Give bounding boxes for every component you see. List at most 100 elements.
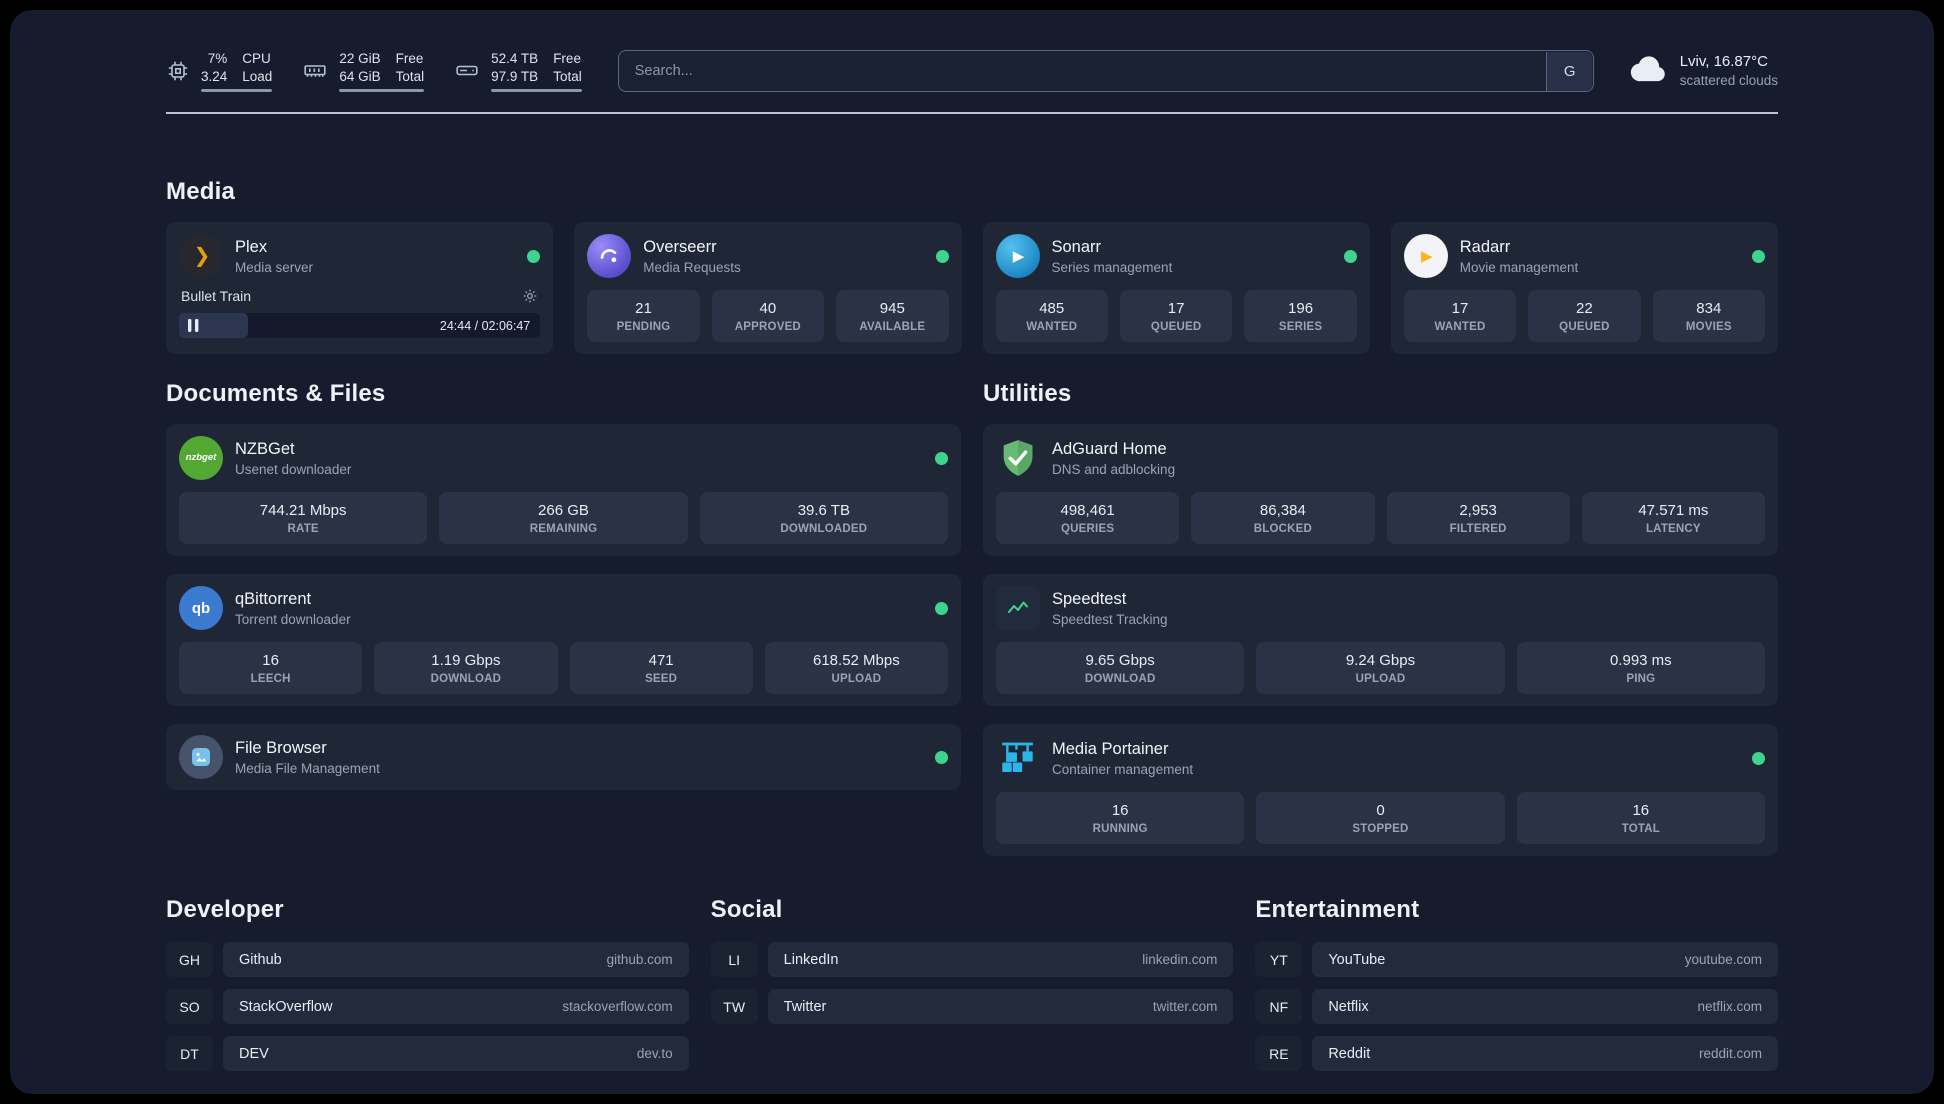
- stat-tile: 834 MOVIES: [1652, 290, 1766, 343]
- stat-value: 945: [879, 299, 905, 317]
- stat-label: STOPPED: [1352, 822, 1409, 835]
- status-dot-online: [1752, 751, 1765, 765]
- search-provider-button[interactable]: G: [1546, 51, 1593, 91]
- stat-value: 86,384: [1259, 501, 1306, 519]
- service-card-filebrowser[interactable]: File Browser Media File Management: [166, 724, 961, 791]
- bookmark-netflix[interactable]: NF Netflix netflix.com: [1255, 989, 1778, 1025]
- stat-label: UPLOAD: [1355, 672, 1406, 685]
- stat-label: MOVIES: [1685, 320, 1732, 333]
- bookmark-pill: Twitter twitter.com: [767, 989, 1234, 1025]
- stat-value: 485: [1039, 299, 1065, 317]
- service-description: DNS and adblocking: [1052, 461, 1176, 477]
- stat-label: TOTAL: [1621, 822, 1660, 835]
- stat-label: REMAINING: [529, 522, 598, 535]
- bookmark-reddit[interactable]: RE Reddit reddit.com: [1255, 1036, 1778, 1072]
- stat-value: 9.24 Gbps: [1345, 651, 1416, 669]
- bookmark-name: YouTube: [1328, 951, 1386, 968]
- disk-widget: 52.4 TB 97.9 TB Free Total: [454, 50, 582, 93]
- service-description: Media Requests: [643, 259, 741, 275]
- bookmark-url: reddit.com: [1698, 1046, 1762, 1062]
- service-card-plex[interactable]: ❯ Plex Media server Bullet Train 24:44 /…: [166, 222, 554, 355]
- bookmark-youtube[interactable]: YT YouTube youtube.com: [1255, 942, 1778, 978]
- adguard-shield-icon: [996, 436, 1040, 480]
- status-dot-online: [935, 750, 948, 764]
- bookmark-group-entertainment: Entertainment YT YouTube youtube.com NF …: [1255, 896, 1778, 1083]
- section-title-media: Media: [166, 178, 236, 206]
- memory-widget: 22 GiB 64 GiB Free Total: [302, 50, 425, 93]
- stat-value: 16: [262, 651, 279, 669]
- bookmark-group-social: Social LI LinkedIn linkedin.com TW Twitt…: [710, 896, 1234, 1083]
- bookmark-pill: Github github.com: [223, 942, 689, 978]
- service-name: File Browser: [235, 738, 327, 757]
- bookmark-pill: Reddit reddit.com: [1312, 1036, 1778, 1072]
- stat-tile: 266 GB REMAINING: [439, 492, 688, 545]
- stat-tile: 1.19 Gbps DOWNLOAD: [374, 642, 558, 695]
- stat-value: 0: [1376, 801, 1385, 819]
- bookmark-abbr: RE: [1255, 1036, 1303, 1072]
- service-card-nzbget[interactable]: nzbget NZBGet Usenet downloader 744.21 M…: [166, 424, 961, 557]
- bookmark-dev[interactable]: DT DEV dev.to: [166, 1036, 689, 1072]
- stat-tile: 196 SERIES: [1244, 290, 1357, 343]
- radarr-icon: ▶: [1403, 234, 1448, 279]
- stat-value: 21: [635, 299, 652, 317]
- portainer-crane-icon: [996, 736, 1040, 780]
- search-input[interactable]: [617, 50, 1594, 93]
- service-card-qbittorrent[interactable]: qb qBittorrent Torrent downloader 16 LEE…: [166, 574, 961, 707]
- section-media: Media ❯ Plex Media server Bullet Train 2…: [166, 178, 1778, 355]
- settings-gear-icon[interactable]: [522, 288, 538, 304]
- stat-tile: 485 WANTED: [995, 290, 1108, 343]
- bookmark-stackoverflow[interactable]: SO StackOverflow stackoverflow.com: [166, 989, 689, 1025]
- service-description: Speedtest Tracking: [1052, 611, 1168, 627]
- stat-tile: 498,461 QUERIES: [996, 492, 1180, 545]
- bookmark-twitter[interactable]: TW Twitter twitter.com: [710, 989, 1234, 1025]
- file-browser-icon: [179, 735, 223, 780]
- stat-tile: 16 RUNNING: [996, 792, 1245, 845]
- stat-tile: 17 QUEUED: [1119, 290, 1233, 343]
- speedtest-graph-icon: [996, 586, 1040, 631]
- service-name: Radarr: [1459, 237, 1511, 256]
- bookmark-abbr: NF: [1255, 989, 1303, 1025]
- cloud-icon: [1630, 55, 1668, 87]
- service-card-radarr[interactable]: ▶ Radarr Movie management 17 WANTED 22 Q…: [1390, 222, 1778, 355]
- stat-label: QUERIES: [1061, 522, 1115, 535]
- service-card-portainer[interactable]: Media Portainer Container management 16 …: [983, 724, 1778, 857]
- stat-tile: 2,953 FILTERED: [1386, 492, 1570, 545]
- stat-value: 266 GB: [538, 501, 589, 519]
- cpu-labels: CPU Load: [242, 51, 273, 84]
- pause-icon[interactable]: [188, 319, 199, 333]
- section-documents-files: Documents & Files nzbget NZBGet Usenet d…: [166, 380, 961, 791]
- sonarr-icon: ▶: [995, 234, 1040, 279]
- section-title-documents: Documents & Files: [166, 380, 386, 408]
- service-card-overseerr[interactable]: Overseerr Media Requests 21 PENDING 40 A…: [574, 222, 962, 355]
- stat-tile: 9.65 Gbps DOWNLOAD: [996, 642, 1245, 695]
- cpu-values: 7% 3.24: [201, 51, 228, 84]
- stat-value: 16: [1632, 801, 1650, 819]
- status-dot-online: [935, 249, 949, 263]
- bookmark-name: Netflix: [1328, 998, 1369, 1015]
- stat-value: 618.52 Mbps: [813, 651, 900, 669]
- bookmark-github[interactable]: GH Github github.com: [166, 942, 689, 978]
- stat-value: 471: [648, 651, 674, 669]
- service-name: Overseerr: [643, 237, 717, 256]
- bookmark-pill: Netflix netflix.com: [1312, 989, 1778, 1025]
- disk-values: 52.4 TB 97.9 TB: [491, 51, 539, 84]
- bookmark-abbr: GH: [166, 942, 213, 978]
- section-title-utilities: Utilities: [983, 380, 1072, 408]
- stat-label: UPLOAD: [831, 672, 882, 685]
- bookmark-pill: StackOverflow stackoverflow.com: [223, 989, 689, 1025]
- stat-tile: 9.24 Gbps UPLOAD: [1256, 642, 1505, 695]
- bookmark-linkedin[interactable]: LI LinkedIn linkedin.com: [710, 942, 1234, 978]
- service-card-sonarr[interactable]: ▶ Sonarr Series management 485 WANTED 17…: [982, 222, 1370, 355]
- service-card-speedtest[interactable]: Speedtest Speedtest Tracking 9.65 Gbps D…: [983, 574, 1778, 707]
- service-name: AdGuard Home: [1052, 439, 1167, 458]
- playback-time: 24:44 / 02:06:47: [439, 318, 531, 333]
- memory-values: 22 GiB 64 GiB: [339, 51, 381, 84]
- nzbget-icon: nzbget: [179, 436, 223, 481]
- bookmark-name: Github: [239, 951, 282, 968]
- service-card-adguard[interactable]: AdGuard Home DNS and adblocking 498,461 …: [983, 424, 1778, 557]
- stat-tile: 21 PENDING: [587, 290, 700, 343]
- stat-value: 2,953: [1459, 501, 1497, 519]
- service-name: qBittorrent: [235, 589, 312, 608]
- stat-label: SERIES: [1278, 320, 1323, 333]
- bookmark-group-developer: Developer GH Github github.com SO StackO…: [166, 896, 689, 1083]
